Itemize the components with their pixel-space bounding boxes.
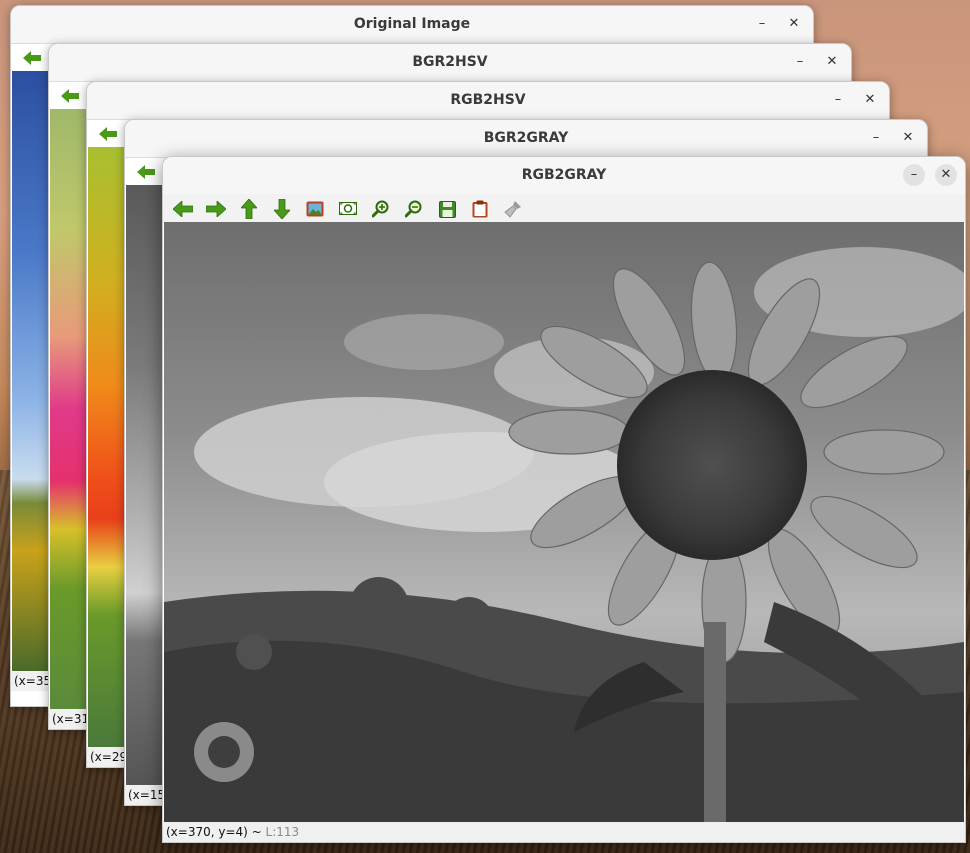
status-luminance: L:113: [265, 825, 300, 839]
image-icon[interactable]: [303, 197, 327, 221]
status-bar: (x=370, y=4) ~ L:113: [163, 822, 965, 842]
properties-icon[interactable]: [501, 197, 525, 221]
status-coords: (x=29: [90, 750, 128, 764]
status-coords: (x=31: [52, 712, 90, 726]
close-button[interactable]: ✕: [859, 89, 881, 111]
zoom-out-icon[interactable]: [402, 197, 426, 221]
back-arrow-icon[interactable]: [171, 197, 195, 221]
toolbar: [163, 194, 965, 222]
status-coords: (x=15: [128, 788, 166, 802]
titlebar[interactable]: Original Image – ✕: [11, 6, 813, 44]
close-button[interactable]: ✕: [783, 13, 805, 35]
save-icon[interactable]: [435, 197, 459, 221]
window-title: RGB2GRAY: [521, 167, 607, 183]
minimize-button[interactable]: –: [827, 89, 849, 111]
window-title: RGB2HSV: [450, 92, 526, 108]
minimize-button[interactable]: –: [789, 51, 811, 73]
copy-icon[interactable]: [468, 197, 492, 221]
titlebar[interactable]: RGB2GRAY – ✕: [163, 157, 965, 195]
titlebar[interactable]: BGR2GRAY – ✕: [125, 120, 927, 158]
status-coords: (x=35: [14, 674, 52, 688]
window-title: BGR2HSV: [412, 54, 488, 70]
close-button[interactable]: ✕: [897, 127, 919, 149]
window-rgb2gray[interactable]: RGB2GRAY – ✕ (x=370, y=4) ~ L:113: [162, 156, 966, 843]
close-button[interactable]: ✕: [821, 51, 843, 73]
close-button[interactable]: ✕: [935, 164, 957, 186]
down-arrow-icon[interactable]: [270, 197, 294, 221]
image-canvas[interactable]: [164, 222, 964, 822]
minimize-button[interactable]: –: [751, 13, 773, 35]
back-arrow-icon[interactable]: [23, 50, 41, 69]
titlebar[interactable]: BGR2HSV – ✕: [49, 44, 851, 82]
minimize-button[interactable]: –: [903, 164, 925, 186]
window-title: Original Image: [353, 16, 471, 32]
back-arrow-icon[interactable]: [99, 126, 117, 145]
forward-arrow-icon[interactable]: [204, 197, 228, 221]
titlebar[interactable]: RGB2HSV – ✕: [87, 82, 889, 120]
zoom-fit-icon[interactable]: [336, 197, 360, 221]
window-title: BGR2GRAY: [483, 130, 569, 146]
zoom-in-icon[interactable]: [369, 197, 393, 221]
up-arrow-icon[interactable]: [237, 197, 261, 221]
grayscale-sunflower-image: [164, 222, 964, 822]
status-coords: (x=370, y=4) ~: [166, 825, 262, 839]
minimize-button[interactable]: –: [865, 127, 887, 149]
back-arrow-icon[interactable]: [61, 88, 79, 107]
back-arrow-icon[interactable]: [137, 164, 155, 183]
